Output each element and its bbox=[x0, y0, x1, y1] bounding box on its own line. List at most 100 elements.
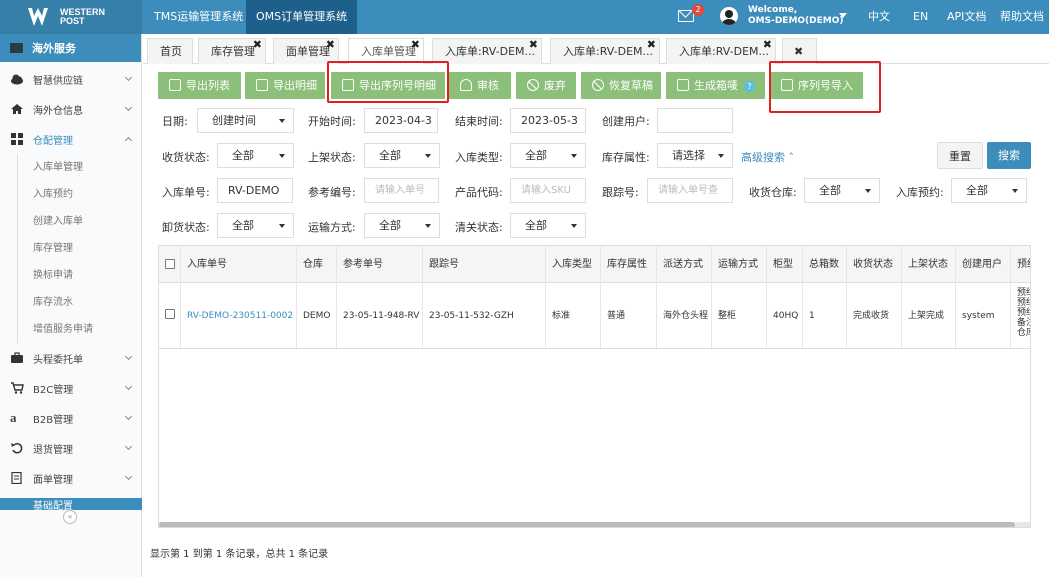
close-icon[interactable]: ✖ bbox=[794, 45, 803, 58]
horizontal-scrollbar[interactable] bbox=[159, 522, 1030, 527]
col-header[interactable]: 收货状态 bbox=[847, 246, 902, 283]
tab-inbound-detail-3[interactable]: 入库单:RV-DEM... ✖ bbox=[666, 38, 776, 64]
sys-tab-oms[interactable]: OMS订单管理系统 bbox=[246, 0, 358, 34]
ref-no-input[interactable]: 请输入单号 bbox=[364, 178, 439, 203]
search-button[interactable]: 搜索 bbox=[987, 142, 1031, 169]
col-header[interactable]: 仓库 bbox=[297, 246, 337, 283]
logo-w-icon bbox=[28, 8, 48, 26]
creator-input[interactable] bbox=[657, 108, 733, 133]
col-header[interactable]: 库存属性 bbox=[601, 246, 657, 283]
api-docs-link[interactable]: API文档 bbox=[947, 0, 986, 34]
creator-label: 创建用户: bbox=[602, 115, 650, 128]
sidebar-item-warehouse-mgmt[interactable]: 仓配管理 bbox=[0, 124, 141, 154]
generate-label-button[interactable]: 生成箱唛? bbox=[666, 72, 765, 99]
start-date-label: 开始时间: bbox=[308, 115, 356, 128]
sidebar: 海外服务 智慧供应链 海外仓信息 仓配管理 入库单管理 入库预约 创建入库单 库… bbox=[0, 34, 142, 577]
tab-home[interactable]: 首页 bbox=[147, 38, 193, 64]
order-no-input[interactable]: RV-DEMO bbox=[217, 178, 293, 203]
sidebar-item-returns[interactable]: 退货管理 bbox=[0, 433, 141, 463]
appointment-select[interactable]: 全部 bbox=[951, 178, 1027, 203]
sidebar-item-basic-config[interactable]: 基础配置 bbox=[0, 498, 142, 510]
scrollbar-thumb[interactable] bbox=[159, 522, 1015, 527]
shelf-status-label: 上架状态: bbox=[308, 151, 356, 164]
orders-table: 入库单号 仓库 参考单号 跟踪号 入库类型 库存属性 派送方式 运输方式 柜型 … bbox=[158, 245, 1031, 528]
warehouse-select[interactable]: 全部 bbox=[804, 178, 880, 203]
table-cell: 完成收货 bbox=[847, 283, 902, 349]
help-docs-link[interactable]: 帮助文档 bbox=[1000, 0, 1044, 34]
close-icon[interactable]: ✖ bbox=[763, 32, 772, 58]
export-list-button[interactable]: 导出列表 bbox=[158, 72, 241, 99]
export-detail-button[interactable]: 导出明细 bbox=[245, 72, 325, 99]
close-icon[interactable]: ✖ bbox=[647, 32, 656, 58]
help-icon[interactable]: ? bbox=[744, 80, 755, 92]
pagination-info: 显示第 1 到第 1 条记录，总共 1 条记录 bbox=[150, 549, 329, 560]
unload-status-select[interactable]: 全部 bbox=[217, 213, 294, 238]
reset-button[interactable]: 重置 bbox=[937, 142, 983, 169]
start-date-input[interactable]: 2023-04-3 bbox=[364, 108, 438, 133]
collapse-sidebar-button[interactable]: « bbox=[63, 510, 77, 524]
sidebar-section[interactable]: 海外服务 bbox=[0, 34, 141, 62]
sidebar-sub-vas[interactable]: 增值服务申请 bbox=[17, 316, 141, 343]
lang-zh[interactable]: 中文 bbox=[868, 0, 890, 34]
col-header[interactable]: 跟踪号 bbox=[423, 246, 546, 283]
sidebar-sub-inbound-orders[interactable]: 入库单管理 bbox=[17, 154, 141, 181]
date-type-select[interactable]: 创建时间 bbox=[197, 108, 294, 133]
inbound-type-select[interactable]: 全部 bbox=[510, 143, 586, 168]
folder-icon bbox=[10, 43, 23, 53]
col-header[interactable]: 入库单号 bbox=[181, 246, 297, 283]
row-checkbox[interactable] bbox=[165, 309, 175, 319]
col-header[interactable]: 总箱数 bbox=[803, 246, 847, 283]
sku-input[interactable]: 请输入SKU bbox=[510, 178, 586, 203]
user-menu[interactable]: Welcome, OMS-DEMO(DEMO) bbox=[748, 5, 844, 27]
table-cell: 海外仓头程 bbox=[657, 283, 712, 349]
sidebar-sub-inventory[interactable]: 库存管理 bbox=[17, 235, 141, 262]
chevron-down-icon[interactable] bbox=[839, 13, 847, 18]
sidebar-item-labels[interactable]: 面单管理 bbox=[0, 463, 141, 493]
tab-inbound-detail-2[interactable]: 入库单:RV-DEM... ✖ bbox=[550, 38, 660, 64]
sidebar-item-b2c[interactable]: B2C管理 bbox=[0, 373, 141, 403]
sidebar-sub-create-inbound[interactable]: 创建入库单 bbox=[17, 208, 141, 235]
recv-status-label: 收货状态: bbox=[162, 151, 210, 164]
stock-attr-select[interactable]: 请选择 bbox=[657, 143, 733, 168]
tracking-input[interactable]: 请输入单号查 bbox=[647, 178, 733, 203]
col-header[interactable]: 创建用户 bbox=[956, 246, 1011, 283]
col-header[interactable]: 柜型 bbox=[767, 246, 803, 283]
end-date-input[interactable]: 2023-05-3 bbox=[510, 108, 586, 133]
sidebar-item-supply-chain[interactable]: 智慧供应链 bbox=[0, 64, 141, 94]
sidebar-sub-inbound-appt[interactable]: 入库预约 bbox=[17, 181, 141, 208]
col-header[interactable]: 预约 bbox=[1011, 246, 1030, 283]
order-no-label: 入库单号: bbox=[162, 186, 210, 199]
sidebar-item-b2b[interactable]: a B2B管理 bbox=[0, 403, 141, 433]
shelf-status-select[interactable]: 全部 bbox=[364, 143, 440, 168]
col-header[interactable]: 运输方式 bbox=[712, 246, 767, 283]
advanced-search-link[interactable]: 高级搜索 ˄ bbox=[741, 149, 794, 165]
close-icon[interactable]: ✖ bbox=[411, 32, 420, 58]
ref-no-label: 参考编号: bbox=[308, 186, 356, 199]
tab-inventory[interactable]: 库存管理 ✖ bbox=[198, 38, 266, 64]
order-no-link[interactable]: RV-DEMO-230511-0002 bbox=[181, 283, 297, 349]
cloud-icon bbox=[10, 73, 24, 85]
tab-inbound-detail-1[interactable]: 入库单:RV-DEM... ✖ bbox=[432, 38, 542, 64]
sys-tab-tms[interactable]: TMS运输管理系统 bbox=[144, 0, 253, 34]
col-header[interactable]: 入库类型 bbox=[546, 246, 601, 283]
customs-status-select[interactable]: 全部 bbox=[510, 213, 586, 238]
recv-status-select[interactable]: 全部 bbox=[217, 143, 294, 168]
lang-en[interactable]: EN bbox=[913, 0, 928, 34]
sidebar-sub-inventory-flow[interactable]: 库存流水 bbox=[17, 289, 141, 316]
approve-button[interactable]: 审核 bbox=[449, 72, 511, 99]
close-icon[interactable]: ✖ bbox=[253, 32, 262, 58]
restore-draft-button[interactable]: 恢复草稿 bbox=[581, 72, 661, 99]
row-select-cell bbox=[159, 283, 181, 349]
avatar[interactable] bbox=[720, 7, 738, 25]
select-all-checkbox[interactable] bbox=[165, 259, 175, 269]
close-icon[interactable]: ✖ bbox=[326, 32, 335, 58]
col-header[interactable]: 上架状态 bbox=[902, 246, 956, 283]
close-icon[interactable]: ✖ bbox=[529, 32, 538, 58]
sidebar-sub-relabel[interactable]: 换标申请 bbox=[17, 262, 141, 289]
sidebar-item-first-leg[interactable]: 头程委托单 bbox=[0, 343, 141, 373]
col-header[interactable]: 派送方式 bbox=[657, 246, 712, 283]
ship-method-select[interactable]: 全部 bbox=[364, 213, 440, 238]
sidebar-item-warehouse-info[interactable]: 海外仓信息 bbox=[0, 94, 141, 124]
discard-button[interactable]: 废弃 bbox=[516, 72, 576, 99]
col-header[interactable]: 参考单号 bbox=[337, 246, 423, 283]
